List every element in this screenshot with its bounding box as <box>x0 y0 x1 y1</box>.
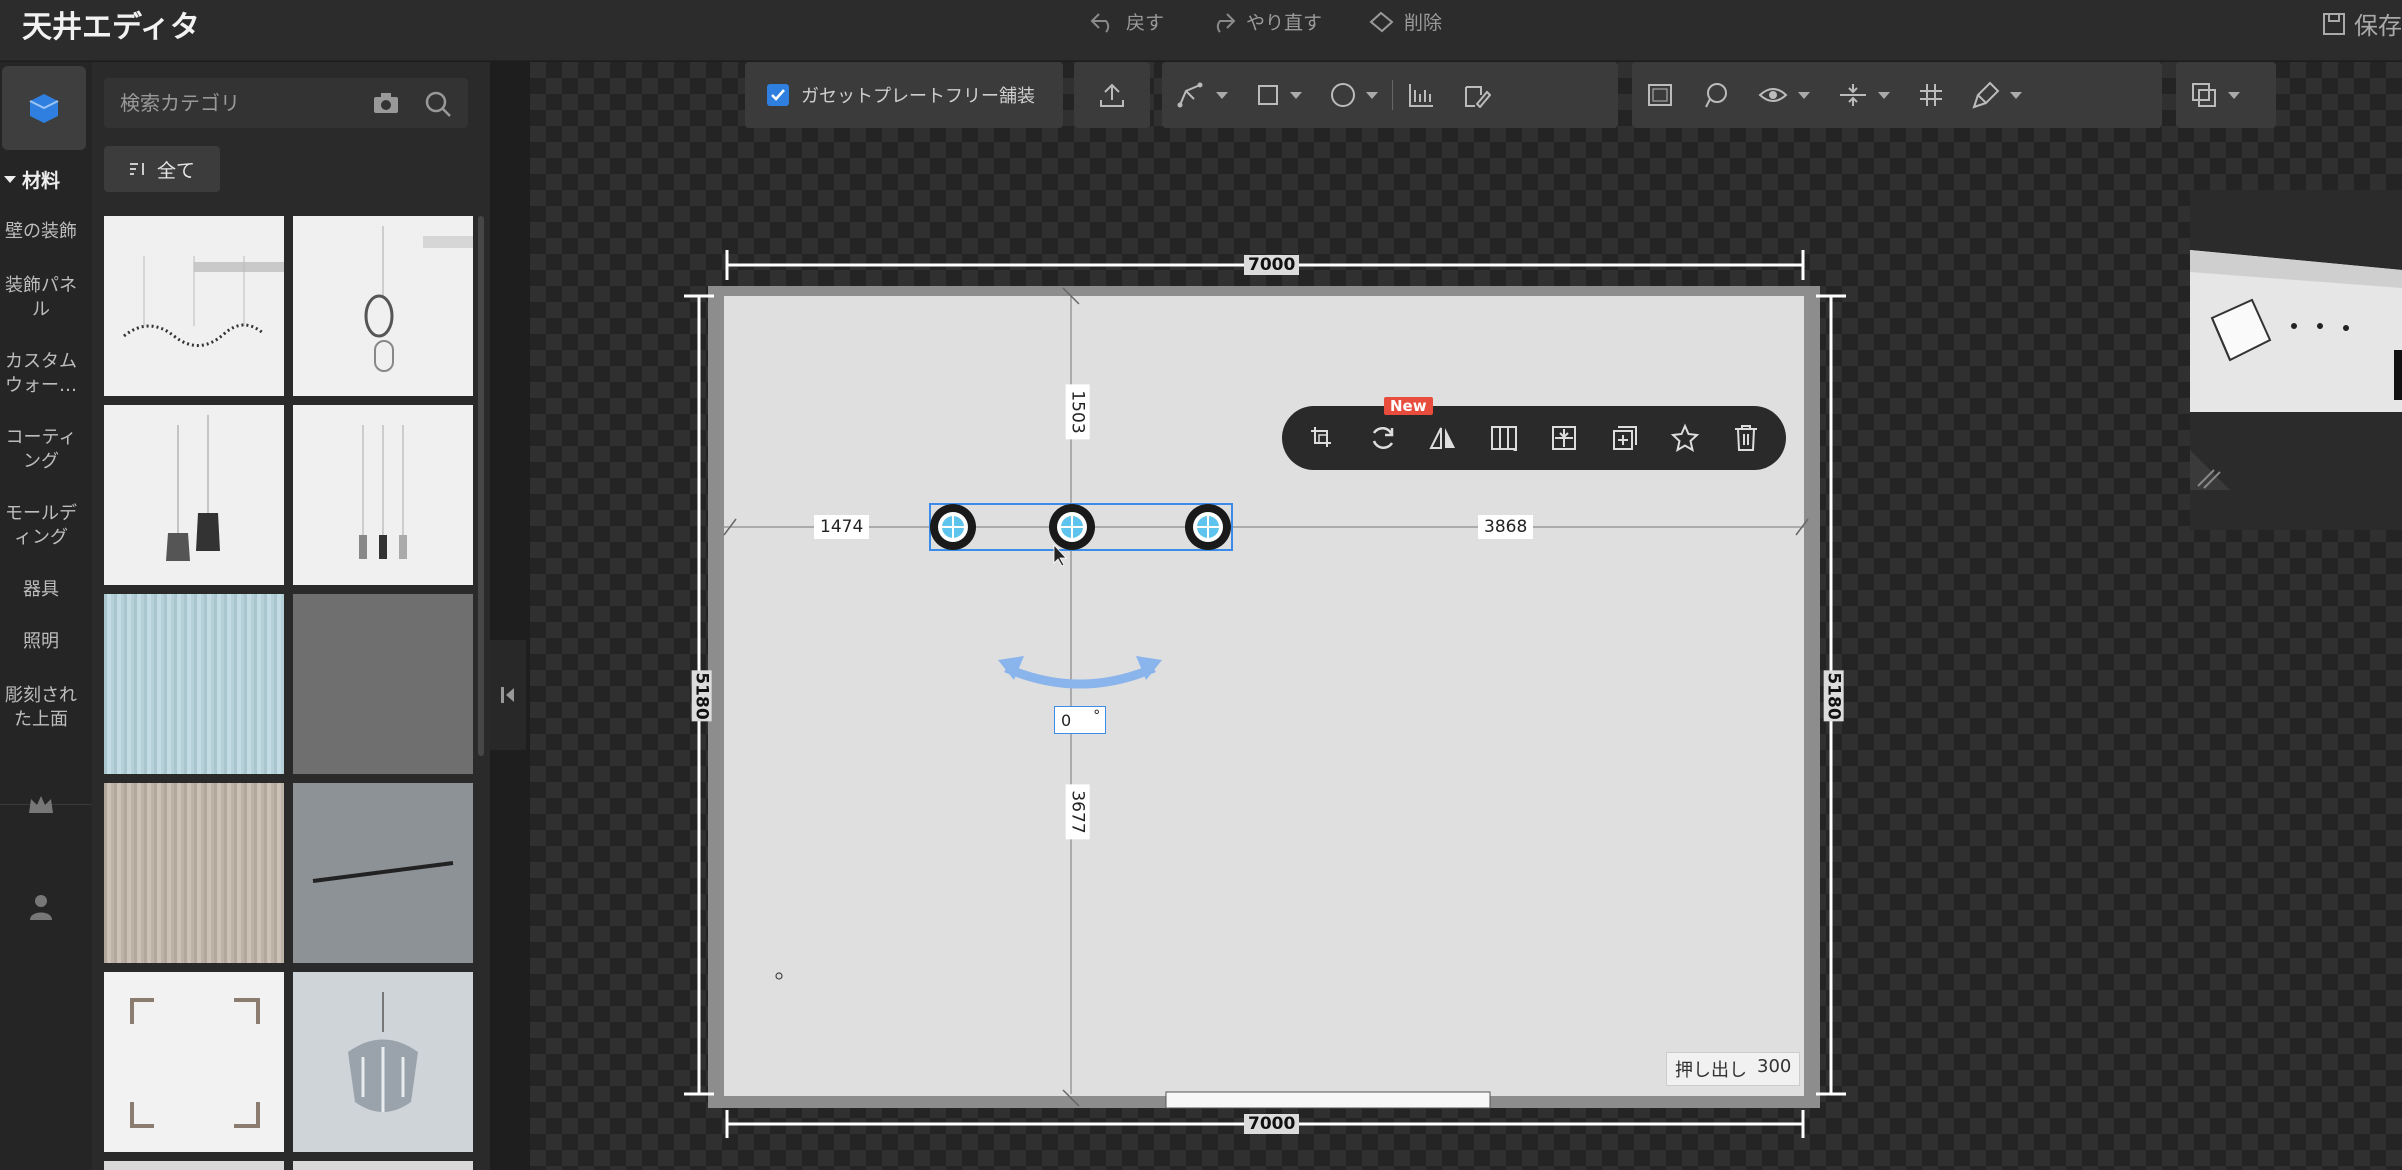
duplicate-icon <box>1612 426 1637 450</box>
dim-horizontal-right[interactable]: 3868 <box>1478 515 1534 539</box>
dim-horizontal-left[interactable]: 1474 <box>814 515 870 539</box>
refresh-icon <box>1372 426 1393 450</box>
dim-right-height[interactable]: 5180 <box>1823 670 1844 722</box>
star-icon <box>1670 423 1700 453</box>
dim-vertical-top[interactable]: 1503 <box>1065 384 1090 440</box>
trash-icon <box>1734 425 1757 451</box>
duplicate-button[interactable] <box>1605 418 1645 458</box>
delete-object-button[interactable] <box>1726 418 1766 458</box>
door-opening[interactable] <box>1165 1091 1491 1109</box>
extrude-value: 300 <box>1757 1056 1792 1077</box>
mirror-icon <box>1429 427 1456 449</box>
dim-vertical-bottom[interactable]: 3677 <box>1065 784 1090 840</box>
center-align-icon <box>1552 426 1577 450</box>
downlight-fixture[interactable] <box>930 504 976 550</box>
favorite-button[interactable] <box>1665 418 1705 458</box>
dim-bottom-width[interactable]: 7000 <box>1244 1114 1300 1134</box>
extrude-label: 押し出し <box>1675 1060 1747 1081</box>
rotation-unit: ° <box>1093 708 1101 724</box>
rotation-angle-input[interactable]: 0 ° <box>1054 706 1106 734</box>
group-button[interactable] <box>1302 418 1342 458</box>
array-icon <box>1490 426 1517 451</box>
replace-button[interactable] <box>1363 418 1403 458</box>
rotation-value: 0 <box>1061 710 1072 730</box>
center-button[interactable] <box>1544 418 1584 458</box>
object-toolbar <box>1282 406 1786 470</box>
group-icon <box>1311 427 1332 447</box>
mirror-button[interactable] <box>1423 418 1463 458</box>
new-badge: New <box>1384 397 1433 415</box>
dim-left-height[interactable]: 5180 <box>691 670 712 722</box>
dim-top-width[interactable]: 7000 <box>1244 255 1300 275</box>
downlight-fixture[interactable] <box>1185 504 1231 550</box>
extrude-indicator[interactable]: 押し出し 300 <box>1666 1052 1801 1086</box>
floor-plan[interactable] <box>0 0 2402 1170</box>
downlight-fixture[interactable] <box>1049 504 1095 550</box>
array-button[interactable] <box>1484 418 1524 458</box>
